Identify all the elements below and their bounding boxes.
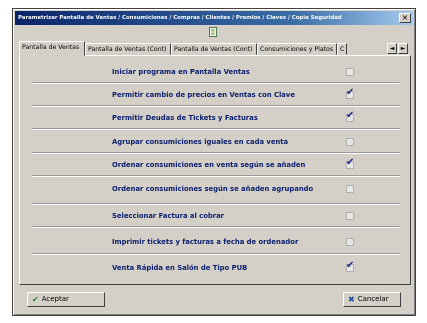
divider: [32, 203, 400, 205]
tab-pantalla-ventas[interactable]: Pantalla de Ventas: [19, 41, 85, 56]
divider: [32, 253, 400, 255]
tab-next-partial[interactable]: C: [337, 43, 347, 55]
divider: [32, 105, 400, 107]
tab-scroll-right-button[interactable]: ►: [398, 43, 408, 54]
option-checkbox[interactable]: [346, 138, 354, 146]
cancel-label: Cancelar: [357, 295, 389, 303]
option-checkbox[interactable]: [346, 212, 354, 220]
tab-strip: Pantalla de Ventas Pantalla de Ventas (C…: [19, 41, 411, 56]
option-row: Seleccionar Factura al cobrar: [32, 208, 400, 228]
option-row: Ordenar consumiciones según se añaden ag…: [32, 181, 400, 201]
option-row: Venta Rápida en Salón de Tipo PUB ✔: [32, 260, 400, 280]
option-label: Ordenar consumiciones en venta según se …: [112, 161, 306, 169]
tab-pantalla-ventas-cont-2[interactable]: Pantalla de Ventas (Cont): [171, 43, 257, 55]
option-row: Ordenar consumiciones en venta según se …: [32, 157, 400, 177]
option-checkbox[interactable]: ✔: [346, 260, 355, 272]
option-row: Permitir cambio de precios en Ventas con…: [32, 87, 400, 107]
option-label: Iniciar programa en Pantalla Ventas: [112, 68, 250, 76]
option-row: Agrupar consumiciones iguales en cada ve…: [32, 134, 400, 154]
accept-button[interactable]: ✔ Aceptar: [27, 292, 105, 307]
option-label: Seleccionar Factura al cobrar: [112, 212, 225, 220]
checkmark-icon: ✔: [346, 157, 355, 168]
option-label: Permitir cambio de precios en Ventas con…: [112, 91, 295, 99]
checkmark-icon: ✔: [346, 260, 355, 271]
cancel-icon: ✖: [348, 295, 355, 304]
option-label: Imprimir tickets y facturas a fecha de o…: [112, 238, 299, 246]
tab-consumiciones-platos[interactable]: Consumiciones y Platos: [257, 43, 337, 55]
divider: [32, 152, 400, 154]
option-row: Iniciar programa en Pantalla Ventas: [32, 64, 400, 84]
checkmark-icon: ✔: [32, 295, 39, 304]
tab-panel: Iniciar programa en Pantalla Ventas Perm…: [19, 55, 411, 285]
close-button[interactable]: ×: [399, 13, 411, 23]
tab-pantalla-ventas-cont-1[interactable]: Pantalla de Ventas (Cont): [85, 43, 171, 55]
option-row: Imprimir tickets y facturas a fecha de o…: [32, 234, 400, 254]
accept-label: Aceptar: [41, 295, 69, 303]
settings-dialog: Parametrizar Pantalla de Ventas / Consum…: [12, 8, 416, 316]
divider: [32, 175, 400, 177]
option-label: Agrupar consumiciones iguales en cada ve…: [112, 138, 289, 146]
option-label: Permitir Deudas de Tickets y Facturas: [112, 114, 258, 122]
divider: [32, 226, 400, 228]
option-checkbox[interactable]: [346, 185, 354, 193]
option-label: Venta Rápida en Salón de Tipo PUB: [112, 264, 248, 272]
option-checkbox[interactable]: [346, 238, 354, 246]
divider: [32, 82, 400, 84]
option-checkbox[interactable]: [346, 68, 354, 76]
checkmark-icon: ✔: [346, 87, 355, 98]
option-checkbox[interactable]: ✔: [346, 87, 355, 99]
option-checkbox[interactable]: ✔: [346, 157, 355, 169]
window-title: Parametrizar Pantalla de Ventas / Consum…: [18, 15, 342, 21]
option-row: Permitir Deudas de Tickets y Facturas ✔: [32, 110, 400, 130]
cancel-button[interactable]: ✖ Cancelar: [343, 292, 401, 307]
option-checkbox[interactable]: ✔: [346, 110, 355, 122]
title-bar[interactable]: Parametrizar Pantalla de Ventas / Consum…: [15, 11, 413, 25]
checkmark-icon: ✔: [346, 110, 355, 121]
option-label: Ordenar consumiciones según se añaden ag…: [112, 185, 314, 193]
divider: [32, 128, 400, 130]
document-icon[interactable]: [208, 27, 218, 37]
tab-scroll-left-button[interactable]: ◄: [387, 43, 397, 54]
